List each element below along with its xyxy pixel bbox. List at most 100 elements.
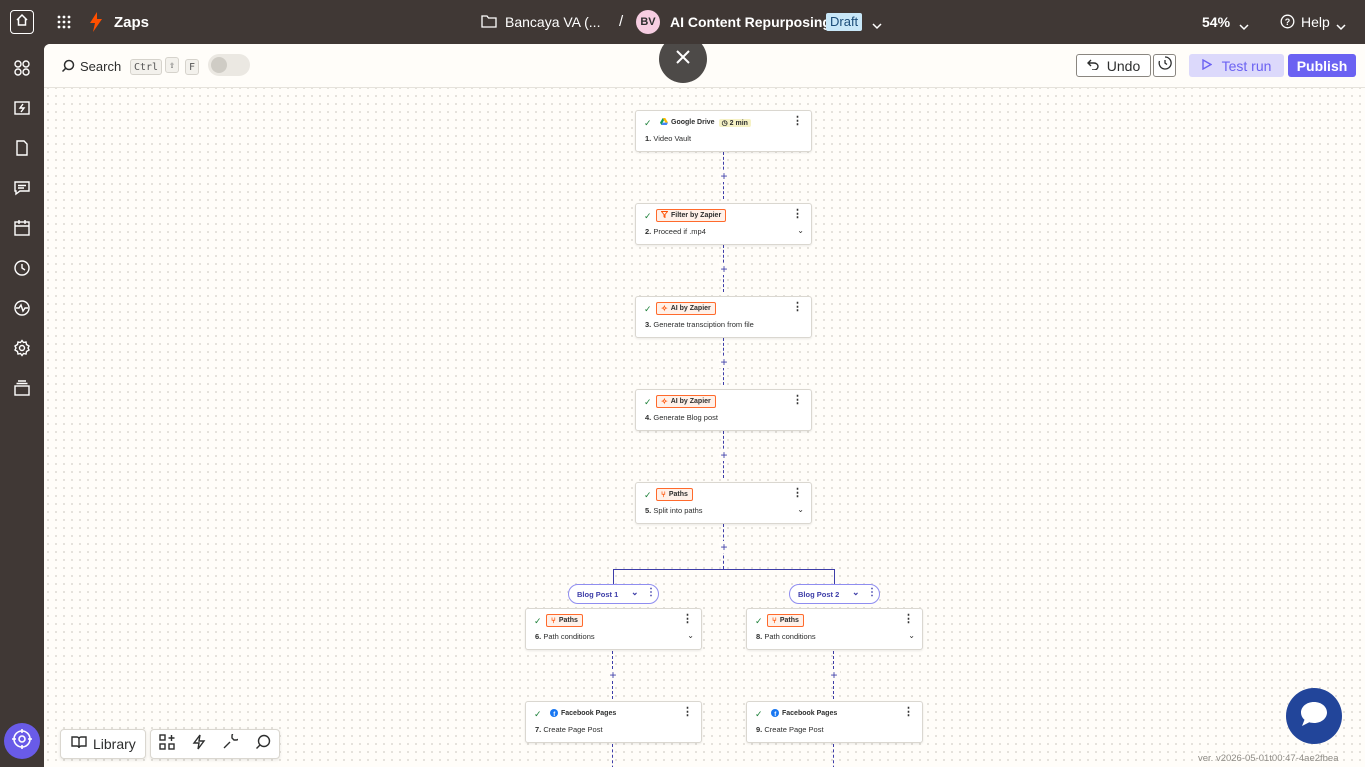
app-grid-icon[interactable] xyxy=(56,14,72,30)
check-icon: ✓ xyxy=(644,490,652,500)
tables-icon[interactable] xyxy=(12,138,32,158)
ai-sparkle-icon: ✧ xyxy=(661,304,668,313)
bolt-icon[interactable] xyxy=(192,734,206,755)
home-button[interactable] xyxy=(10,10,34,34)
chevron-down-icon[interactable]: ⌄ xyxy=(908,631,915,640)
zoom-chevron-down-icon[interactable] xyxy=(1239,18,1249,36)
zaps-icon[interactable] xyxy=(12,98,32,118)
step-title: 3. Generate transciption from file xyxy=(645,320,754,329)
step-node-9[interactable]: ✓ f Facebook Pages 9. Create Page Post ⋮ xyxy=(746,701,923,743)
comment-icon[interactable] xyxy=(255,734,271,755)
app-badge: f Facebook Pages xyxy=(767,707,841,720)
kebab-menu-icon[interactable]: ⋮ xyxy=(903,707,914,718)
history-icon[interactable] xyxy=(12,258,32,278)
help-icon[interactable]: ? xyxy=(1280,14,1295,34)
close-icon xyxy=(675,49,691,70)
wrench-icon[interactable] xyxy=(222,730,241,755)
paths-icon: ⑂ xyxy=(551,616,556,625)
step-title: 1. Video Vault xyxy=(645,134,691,143)
interfaces-icon[interactable] xyxy=(12,178,32,198)
step-node-4[interactable]: ✓ ✧ AI by Zapier 4. Generate Blog post ⋮ xyxy=(635,389,812,431)
zap-name[interactable]: AI Content Repurposing xyxy=(670,14,831,30)
step-title-text: Create Page Post xyxy=(764,725,824,734)
chevron-down-icon[interactable]: ⌄ xyxy=(797,226,804,235)
app-badge: ⑂ Paths xyxy=(767,614,804,627)
path-pill-blog-post-2[interactable]: Blog Post 2 ⌄ ⋮ xyxy=(789,584,880,604)
step-node-2[interactable]: ✓ Filter by Zapier 2. Proceed if .mp4 ⋮ … xyxy=(635,203,812,245)
step-node-3[interactable]: ✓ ✧ AI by Zapier 3. Generate transciptio… xyxy=(635,296,812,338)
add-step-plus-icon[interactable]: + xyxy=(607,669,619,681)
zap-menu-chevron-down-icon[interactable] xyxy=(872,17,882,35)
apps-icon[interactable] xyxy=(12,58,32,78)
chat-support-button[interactable] xyxy=(1286,688,1342,744)
kebab-menu-icon[interactable]: ⋮ xyxy=(792,116,803,127)
kebab-menu-icon[interactable]: ⋮ xyxy=(792,302,803,313)
publish-button[interactable]: Publish xyxy=(1288,54,1356,77)
kebab-menu-icon[interactable]: ⋮ xyxy=(682,707,693,718)
search-icon[interactable] xyxy=(61,59,75,78)
chevron-down-icon[interactable]: ⌄ xyxy=(631,587,639,598)
step-node-7[interactable]: ✓ f Facebook Pages 7. Create Page Post ⋮ xyxy=(525,701,702,743)
left-sidebar xyxy=(0,44,44,767)
chevron-down-icon[interactable]: ⌄ xyxy=(797,505,804,514)
add-step-plus-icon[interactable]: + xyxy=(718,263,730,275)
library-button[interactable]: Library xyxy=(60,729,146,759)
step-number: 1. xyxy=(645,134,652,143)
app-badge: ⑂ Paths xyxy=(656,488,693,501)
step-title-text: Path conditions xyxy=(764,632,816,641)
stack-icon[interactable] xyxy=(12,378,32,398)
path-pill-blog-post-1[interactable]: Blog Post 1 ⌄ ⋮ xyxy=(568,584,659,604)
step-title-text: Path conditions xyxy=(543,632,595,641)
step-number: 6. xyxy=(535,632,542,641)
step-title: 5. Split into paths xyxy=(645,506,703,515)
step-node-6[interactable]: ✓ ⑂ Paths 6. Path conditions ⋮ ⌄ xyxy=(525,608,702,650)
help-chevron-down-icon[interactable] xyxy=(1336,18,1346,36)
app-name: Paths xyxy=(558,617,578,624)
copilot-button[interactable] xyxy=(4,723,40,759)
kebab-menu-icon[interactable]: ⋮ xyxy=(792,395,803,406)
add-step-plus-icon[interactable]: + xyxy=(718,449,730,461)
editor-canvas[interactable]: Search Ctrl ⇧ F Undo Test run Publish + … xyxy=(44,44,1365,767)
add-step-plus-icon[interactable]: + xyxy=(828,669,840,681)
step-node-1[interactable]: ✓ Google Drive ◷ 2 min 1. Video Vault ⋮ xyxy=(635,110,812,152)
test-run-button[interactable]: Test run xyxy=(1189,54,1284,77)
add-apps-icon[interactable] xyxy=(159,733,175,755)
step-node-8[interactable]: ✓ ⑂ Paths 8. Path conditions ⋮ ⌄ xyxy=(746,608,923,650)
folder-name[interactable]: Bancaya VA (... xyxy=(505,14,600,30)
kebab-menu-icon[interactable]: ⋮ xyxy=(646,587,656,598)
kebab-menu-icon[interactable]: ⋮ xyxy=(682,614,693,625)
add-step-plus-icon[interactable]: + xyxy=(718,356,730,368)
add-step-plus-icon[interactable]: + xyxy=(718,541,730,553)
toggle-knob xyxy=(211,57,227,73)
kebab-menu-icon[interactable]: ⋮ xyxy=(903,614,914,625)
chat-bubble-icon xyxy=(1299,700,1329,733)
connector-line xyxy=(612,744,613,767)
kebab-menu-icon[interactable]: ⋮ xyxy=(867,587,877,598)
version-history-button[interactable] xyxy=(1153,54,1176,77)
app-badge: ✧ AI by Zapier xyxy=(656,395,716,408)
avatar[interactable]: BV xyxy=(636,10,660,34)
chevron-down-icon[interactable]: ⌄ xyxy=(687,631,694,640)
app-badge: ⑂ Paths xyxy=(546,614,583,627)
step-number: 8. xyxy=(756,632,763,641)
undo-button[interactable]: Undo xyxy=(1076,54,1151,77)
activity-icon[interactable] xyxy=(12,298,32,318)
help-button[interactable]: Help xyxy=(1301,14,1330,30)
kebab-menu-icon[interactable]: ⋮ xyxy=(792,488,803,499)
canvas-icon[interactable] xyxy=(12,218,32,238)
step-number: 4. xyxy=(645,413,652,422)
app-title[interactable]: Zaps xyxy=(114,14,149,31)
step-node-5[interactable]: ✓ ⑂ Paths 5. Split into paths ⋮ ⌄ xyxy=(635,482,812,524)
toggle-switch[interactable] xyxy=(208,54,250,76)
add-step-plus-icon[interactable]: + xyxy=(718,170,730,182)
zoom-level[interactable]: 54% xyxy=(1202,14,1230,30)
chevron-down-icon[interactable]: ⌄ xyxy=(852,587,860,598)
filter-icon xyxy=(660,211,669,220)
settings-icon[interactable] xyxy=(12,338,32,358)
step-title: 6. Path conditions xyxy=(535,632,595,641)
search-button[interactable]: Search xyxy=(80,59,121,74)
duration-badge: ◷ 2 min xyxy=(718,118,751,127)
publish-label: Publish xyxy=(1296,57,1348,74)
kebab-menu-icon[interactable]: ⋮ xyxy=(792,209,803,220)
step-title: 4. Generate Blog post xyxy=(645,413,718,422)
